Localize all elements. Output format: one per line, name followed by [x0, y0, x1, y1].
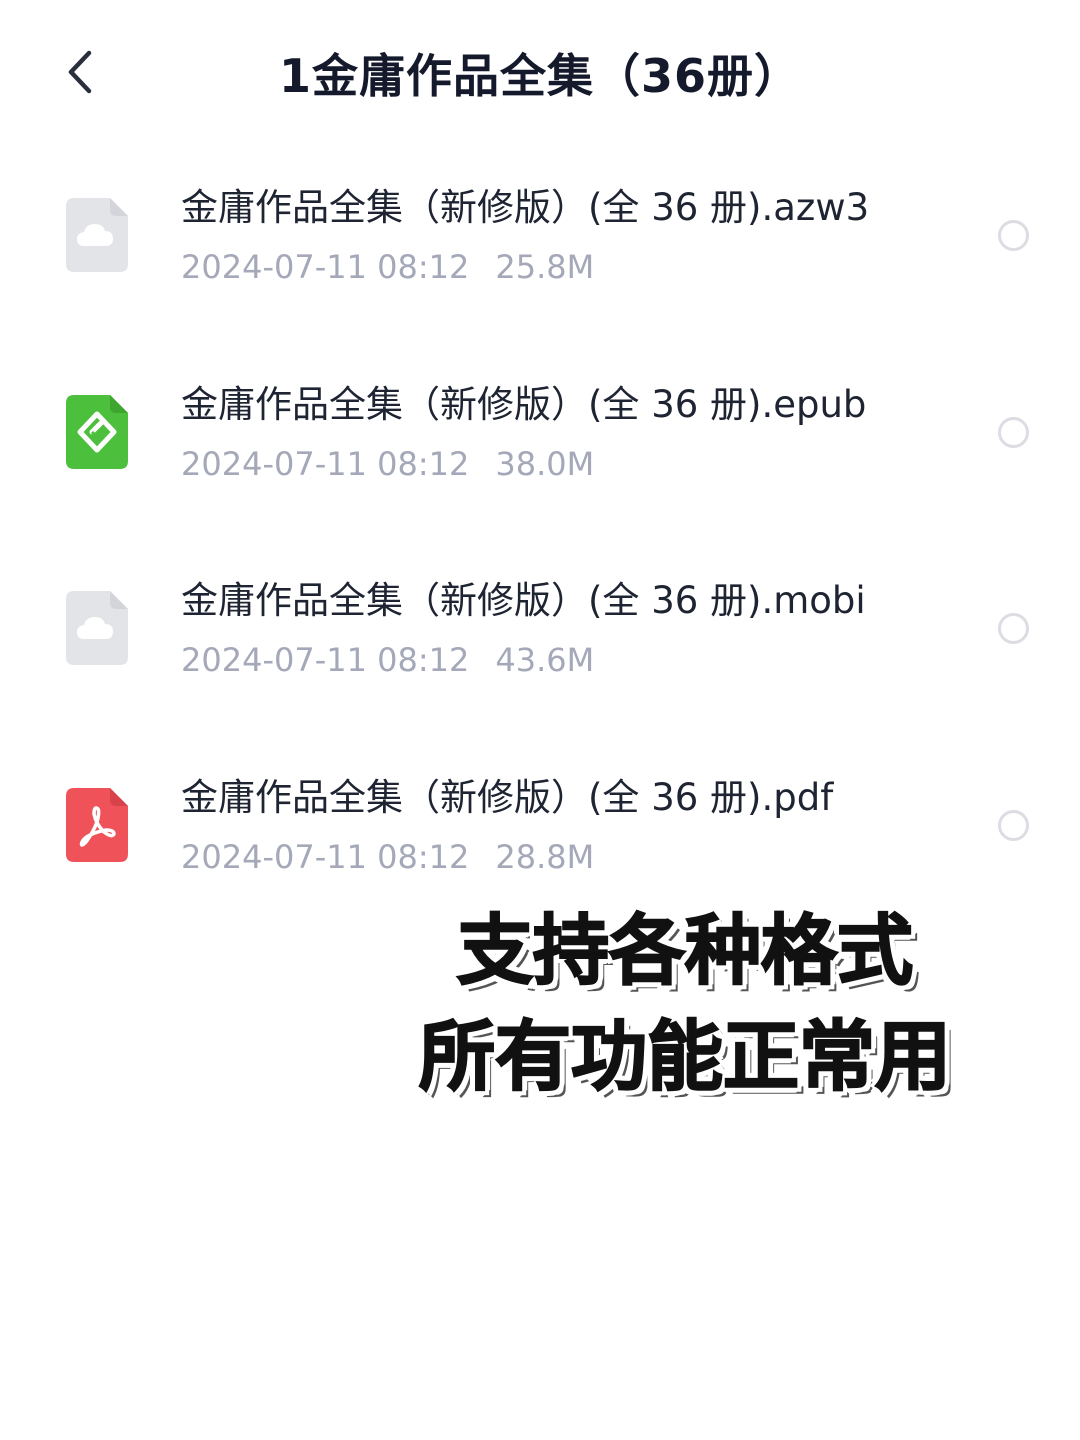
- file-date: 2024-07-11 08:12: [181, 248, 470, 286]
- file-meta: 2024-07-11 08:12 43.6M: [181, 637, 594, 683]
- caption-line-2: 所有功能正常用: [418, 1011, 952, 1102]
- file-list: 金庸作品全集（新修版）(全 36 册).azw3 2024-07-11 08:1…: [0, 160, 1080, 946]
- file-name: 金庸作品全集（新修版）(全 36 册).azw3: [181, 186, 870, 229]
- select-radio[interactable]: [998, 613, 1029, 644]
- file-meta: 2024-07-11 08:12 38.0M: [181, 441, 594, 487]
- promo-caption: 支持各种格式 所有功能正常用: [380, 898, 990, 1110]
- select-radio[interactable]: [998, 220, 1029, 251]
- file-date: 2024-07-11 08:12: [181, 641, 470, 679]
- cloud-file-icon: [66, 591, 128, 665]
- file-meta: 2024-07-11 08:12 28.8M: [181, 834, 594, 880]
- file-size: 28.8M: [495, 837, 595, 876]
- file-name: 金庸作品全集（新修版）(全 36 册).mobi: [181, 579, 866, 622]
- file-date: 2024-07-11 08:12: [181, 837, 470, 876]
- chevron-left-icon: [65, 49, 95, 99]
- file-size: 25.8M: [495, 248, 595, 286]
- file-meta: 2024-07-11 08:12 25.8M: [181, 244, 594, 290]
- file-size: 38.0M: [495, 444, 595, 483]
- file-name: 金庸作品全集（新修版）(全 36 册).pdf: [181, 775, 834, 819]
- select-radio[interactable]: [998, 809, 1029, 841]
- file-row-azw3[interactable]: 金庸作品全集（新修版）(全 36 册).azw3 2024-07-11 08:1…: [0, 160, 1080, 357]
- select-radio[interactable]: [998, 416, 1029, 448]
- file-row-epub[interactable]: 金庸作品全集（新修版）(全 36 册).epub 2024-07-11 08:1…: [0, 357, 1080, 554]
- page-title: 1金庸作品全集（36册）: [278, 49, 802, 103]
- file-row-mobi[interactable]: 金庸作品全集（新修版）(全 36 册).mobi 2024-07-11 08:1…: [0, 553, 1080, 750]
- caption-line-1: 支持各种格式: [456, 905, 914, 996]
- epub-file-icon: [66, 394, 128, 469]
- cloud-file-icon: [66, 198, 128, 272]
- file-date: 2024-07-11 08:12: [181, 444, 470, 483]
- nav-header: 1金庸作品全集（36册）: [0, 0, 1080, 150]
- back-button[interactable]: [56, 48, 104, 100]
- file-name: 金庸作品全集（新修版）(全 36 册).epub: [181, 382, 867, 426]
- file-size: 43.6M: [495, 641, 595, 679]
- pdf-file-icon: [66, 787, 128, 862]
